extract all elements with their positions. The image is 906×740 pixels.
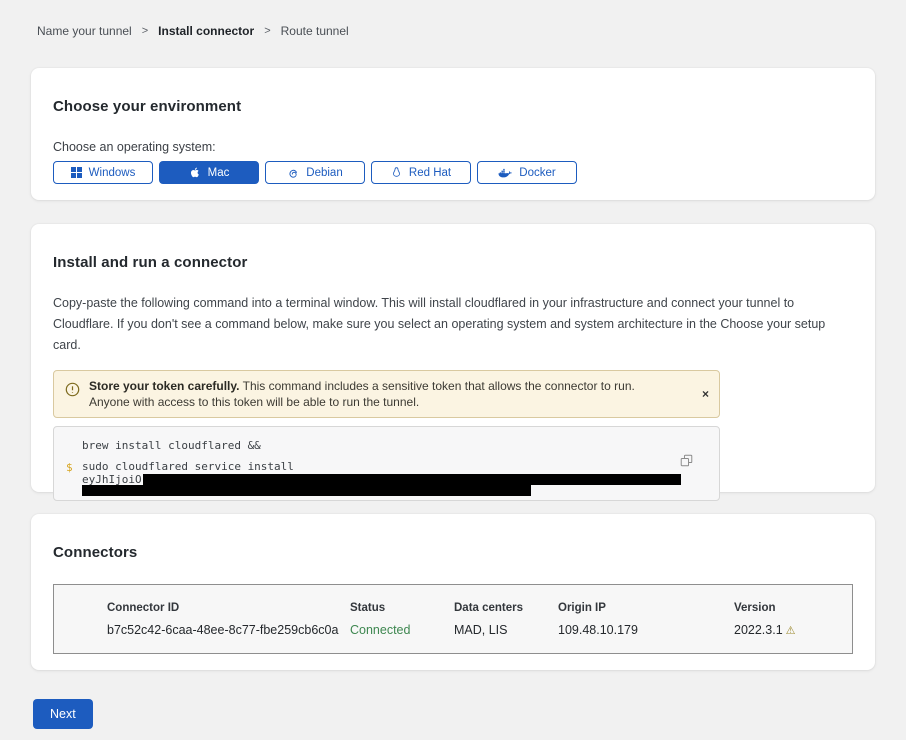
install-connector-card: Install and run a connector Copy-paste t…: [31, 224, 875, 492]
apple-icon: [189, 166, 201, 179]
column-header: Data centers: [454, 602, 558, 614]
os-button-label: Docker: [519, 167, 555, 179]
os-select-label: Choose an operating system:: [53, 140, 853, 154]
install-command-code-block[interactable]: brew install cloudflared && $ sudo cloud…: [53, 426, 720, 501]
install-connector-description: Copy-paste the following command into a …: [53, 293, 853, 356]
warning-triangle-icon: ⚠: [786, 625, 796, 637]
token-warning-text: Store your token carefully. This command…: [89, 378, 702, 410]
origin-ip-value: 109.48.10.179: [558, 623, 734, 637]
install-connector-title: Install and run a connector: [53, 254, 853, 271]
connector-id-value: b7c52c42-6caa-48ee-8c77-fbe259cb6c0a: [107, 623, 350, 637]
column-connector-id: Connector ID b7c52c42-6caa-48ee-8c77-fbe…: [107, 602, 350, 637]
token-redaction-bar: [143, 474, 681, 485]
token-warning-banner: Store your token carefully. This command…: [53, 370, 720, 418]
os-button-label: Red Hat: [409, 167, 451, 179]
os-button-label: Windows: [89, 167, 136, 179]
environment-card: Choose your environment Choose an operat…: [31, 68, 875, 200]
connectors-card: Connectors Connector ID b7c52c42-6caa-48…: [31, 514, 875, 670]
breadcrumb: Name your tunnel > Install connector > R…: [0, 0, 906, 38]
code-line-brew: brew install cloudflared &&: [82, 439, 703, 452]
column-header: Origin IP: [558, 602, 734, 614]
breadcrumb-name-your-tunnel[interactable]: Name your tunnel: [37, 24, 132, 38]
column-data-centers: Data centers MAD, LIS: [454, 602, 558, 637]
column-header: Version: [734, 602, 852, 614]
column-origin-ip: Origin IP 109.48.10.179: [558, 602, 734, 637]
breadcrumb-route-tunnel[interactable]: Route tunnel: [281, 24, 349, 38]
os-button-label: Debian: [306, 167, 342, 179]
token-prefix: eyJhIjoiO: [82, 473, 142, 486]
os-button-redhat[interactable]: Red Hat: [371, 161, 471, 184]
next-button[interactable]: Next: [33, 699, 93, 729]
connectors-table: Connector ID b7c52c42-6caa-48ee-8c77-fbe…: [53, 584, 853, 654]
column-version: Version 2022.3.1⚠: [734, 602, 852, 637]
column-header: Connector ID: [107, 602, 350, 614]
redhat-icon: [391, 166, 402, 179]
column-header: Status: [350, 602, 454, 614]
environment-card-title: Choose your environment: [53, 98, 853, 115]
version-value: 2022.3.1⚠: [734, 623, 852, 637]
close-icon[interactable]: ×: [702, 387, 709, 401]
shell-prompt: $: [66, 461, 73, 474]
column-status: Status Connected: [350, 602, 454, 637]
status-badge: Connected: [350, 623, 454, 637]
windows-icon: [71, 167, 82, 178]
os-button-group: Windows Mac Debian Red Hat Docker: [53, 161, 853, 184]
os-button-mac[interactable]: Mac: [159, 161, 259, 184]
data-centers-value: MAD, LIS: [454, 623, 558, 637]
os-button-label: Mac: [208, 167, 230, 179]
os-button-windows[interactable]: Windows: [53, 161, 153, 184]
connectors-title: Connectors: [53, 544, 853, 561]
docker-icon: [498, 167, 512, 179]
copy-icon[interactable]: [680, 454, 693, 470]
token-warning-title: Store your token carefully.: [89, 379, 240, 393]
token-redaction-bar: [82, 485, 531, 496]
info-icon: [65, 382, 80, 397]
breadcrumb-separator: >: [142, 25, 148, 37]
code-line-sudo: sudo cloudflared service install: [82, 461, 703, 473]
os-button-docker[interactable]: Docker: [477, 161, 577, 184]
os-button-debian[interactable]: Debian: [265, 161, 365, 184]
breadcrumb-separator: >: [264, 25, 270, 37]
code-line-token: eyJhIjoiO: [82, 474, 703, 485]
debian-icon: [287, 167, 299, 179]
breadcrumb-install-connector[interactable]: Install connector: [158, 24, 254, 38]
